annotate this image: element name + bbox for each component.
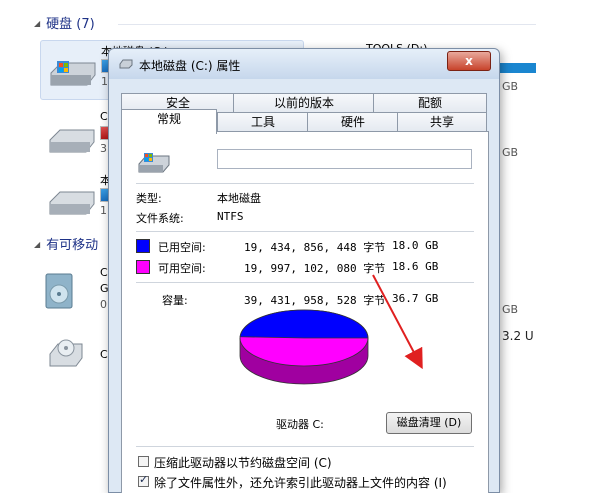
dvd-drive-icon [49,339,83,367]
collapse-triangle-icon[interactable]: ◢ [34,19,40,28]
capacity-gb: 36.7 GB [392,292,439,305]
title-bar[interactable]: 本地磁盘 (C:) 属性 x [109,49,499,79]
tab-sharing[interactable]: 共享 [397,112,487,132]
dialog-title: 本地磁盘 (C:) 属性 [139,59,241,73]
used-space-gb: 18.0 GB [392,239,439,252]
compress-label: 压缩此驱动器以节约磁盘空间 (C) [154,456,332,470]
separator [136,231,474,232]
tab-row-front: 常规 工具 硬件 共享 [121,109,487,134]
separator [136,183,474,184]
gb-fragment: GB [502,80,519,93]
close-button[interactable]: x [447,51,491,71]
hard-disk-group-label: 硬盘 (7) [46,17,95,32]
pie-slice-used [239,309,369,339]
gb-fragment: GB [502,303,519,316]
tab-general[interactable]: 常规 [121,109,217,134]
drive-label-input[interactable] [217,149,472,169]
removable-name: C [100,348,108,361]
drive-caption: 驱动器 C: [276,418,324,431]
collapse-triangle-icon[interactable]: ◢ [34,240,40,249]
cd-drive-icon [45,273,73,309]
hard-disk-group-header[interactable]: ◢ 硬盘 (7) [34,13,95,32]
tab-previous-versions[interactable]: 以前的版本 [233,93,375,113]
index-label: 除了文件属性外，还允许索引此驱动器上文件的内容 (I) [154,476,447,490]
hard-drive-icon [49,129,95,153]
filesystem-label: 文件系统: [136,212,184,225]
drive-title-icon [119,59,133,69]
free-space-label: 可用空间: [158,262,206,275]
tools-usage-bar-fragment [500,63,536,73]
used-space-label: 已用空间: [158,241,206,254]
general-tab-panel: 类型: 本地磁盘 文件系统: NTFS 已用空间: 19, 434, 856, … [121,131,489,493]
removable-group-label: 有可移动 [46,238,99,253]
drive-free-text: 3 [100,142,107,155]
tab-hardware[interactable]: 硬件 [307,112,399,132]
disk-cleanup-button[interactable]: 磁盘清理 (D) [386,412,472,434]
drive-icon [138,153,170,173]
removable-group-header[interactable]: ◢ 有可移动 [34,234,98,253]
compress-option[interactable]: 压缩此驱动器以节约磁盘空间 (C) [138,454,332,471]
filesystem-value: NTFS [217,210,244,223]
index-option[interactable]: 除了文件属性外，还允许索引此驱动器上文件的内容 (I) [138,473,447,491]
free-space-gb: 18.6 GB [392,260,439,273]
compress-checkbox[interactable] [138,456,149,467]
hard-drive-icon [50,61,96,86]
separator [136,282,474,283]
disk-usage-pie-chart [239,309,369,385]
drive-properties-dialog: 本地磁盘 (C:) 属性 x 安全 以前的版本 配额 常规 工具 硬件 共享 类… [108,48,500,493]
used-space-swatch [136,239,150,253]
index-checkbox[interactable] [138,473,149,487]
free-space-bytes: 19, 997, 102, 080 字节 [244,262,386,275]
free-space-swatch [136,260,150,274]
drive-name: C [100,110,108,123]
capacity-label: 容量: [162,294,188,307]
drive-free-text: 1 [100,204,107,217]
usb-fragment: 3.2 U [502,329,534,343]
tab-quota[interactable]: 配额 [373,93,487,113]
type-value: 本地磁盘 [217,192,261,205]
gb-fragment: GB [502,146,519,159]
removable-free: 0 [100,298,107,311]
group-divider [118,24,536,25]
removable-name: C [100,266,108,279]
drive-free-text: 1 [101,75,108,88]
used-space-bytes: 19, 434, 856, 448 字节 [244,241,386,254]
tab-tools[interactable]: 工具 [217,112,309,132]
type-label: 类型: [136,192,162,205]
separator [136,446,474,447]
hard-drive-icon [49,191,95,215]
